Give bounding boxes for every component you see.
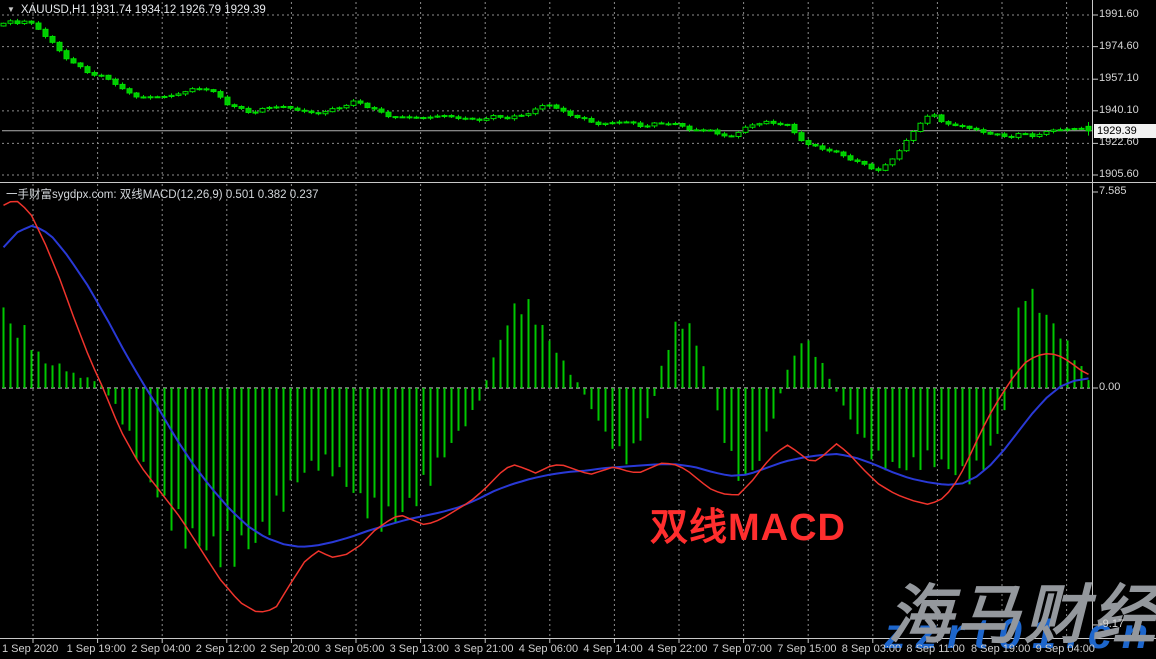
time-axis-label: 1 Sep 19:00 — [67, 643, 126, 655]
time-axis-label: 7 Sep 15:00 — [777, 643, 836, 655]
macd-annotation: 双线MACD — [650, 496, 846, 551]
price-tick-label: 1957.10 — [1099, 72, 1139, 84]
time-axis-label: 2 Sep 04:00 — [131, 643, 190, 655]
time-axis-label: 4 Sep 06:00 — [519, 643, 578, 655]
time-axis-label: 7 Sep 07:00 — [713, 643, 772, 655]
time-axis-label: 8 Sep 03:00 — [842, 643, 901, 655]
chart-window: ▼ XAUUSD,H1 1931.74 1934.12 1926.79 1929… — [0, 0, 1156, 659]
time-axis-label: 8 Sep 19:00 — [971, 643, 1030, 655]
time-axis-label: 3 Sep 13:00 — [390, 643, 449, 655]
symbol-title: XAUUSD,H1 1931.74 1934.12 1926.79 1929.3… — [21, 4, 266, 16]
symbol-header: ▼ XAUUSD,H1 1931.74 1934.12 1926.79 1929… — [7, 4, 266, 16]
chart-canvas[interactable] — [0, 0, 1156, 659]
price-tick-label: 1922.60 — [1099, 136, 1139, 148]
time-axis-label: 2 Sep 12:00 — [196, 643, 255, 655]
time-axis-label: 8 Sep 11:00 — [906, 643, 965, 655]
time-axis[interactable]: 1 Sep 2020 1 Sep 19:00 2 Sep 04:00 2 Sep 12… — [0, 639, 1156, 659]
time-axis-label: 1 Sep 2020 — [2, 643, 58, 655]
price-tick-label: 1905.60 — [1099, 168, 1139, 180]
time-axis-label: 4 Sep 14:00 — [583, 643, 642, 655]
macd-axis-zero-label: 0.00 — [1099, 381, 1120, 393]
macd-axis-top-label: 7.585 — [1099, 185, 1127, 197]
indicator-label: 一手财富sygdpx.com: 双线MACD(12,26,9) 0.501 0.… — [6, 186, 319, 202]
symbol-dropdown-icon[interactable]: ▼ — [7, 5, 15, 15]
price-tick-label: 1974.60 — [1099, 40, 1139, 52]
price-axis[interactable]: 7.585 0.00 -9.17 1929.39 1991.60 1974.60 1… — [1093, 0, 1156, 638]
price-tick-label: 1991.60 — [1099, 8, 1139, 20]
time-axis-label: 2 Sep 20:00 — [260, 643, 319, 655]
time-axis-label: 4 Sep 22:00 — [648, 643, 707, 655]
current-price-tag: 1929.39 — [1094, 124, 1156, 138]
price-tick-label: 1940.10 — [1099, 104, 1139, 116]
time-axis-label: 3 Sep 21:00 — [454, 643, 513, 655]
time-axis-label: 9 Sep 04:00 — [1036, 643, 1095, 655]
macd-axis-bottom-label: -9.17 — [1099, 618, 1124, 630]
time-axis-label: 3 Sep 05:00 — [325, 643, 384, 655]
